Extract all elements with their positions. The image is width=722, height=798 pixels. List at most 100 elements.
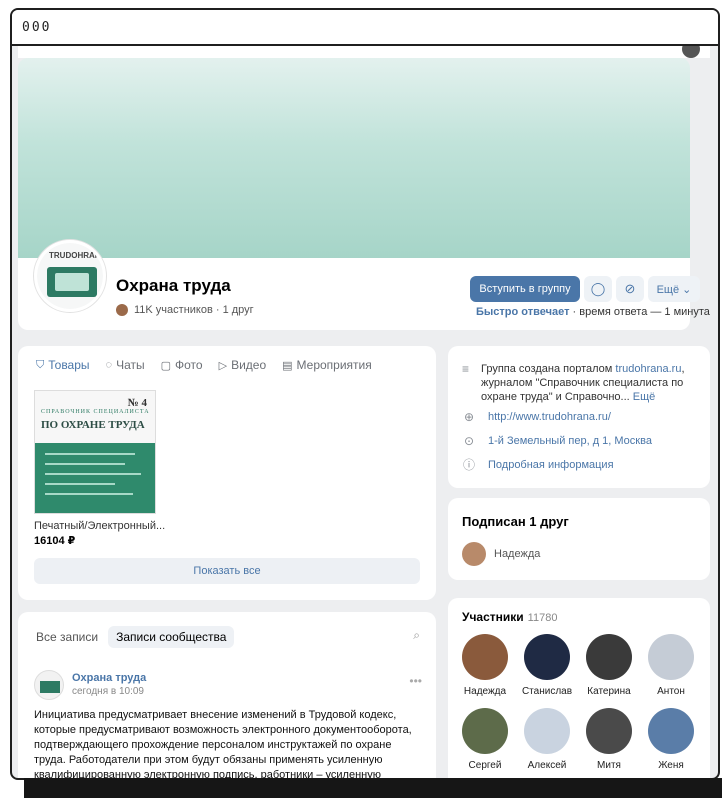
post-author[interactable]: Охрана труда [72,672,146,684]
tab-label: Чаты [116,358,145,372]
member-avatar [462,708,508,754]
cover-line [45,483,115,485]
wall-card: Все записи Записи сообщества ⌕ Охрана тр… [18,612,436,778]
member-avatar [648,634,694,680]
friend-mini-avatar [116,304,128,316]
post-avatar-screen [40,681,60,693]
member-name: Сергей [468,760,502,771]
member-avatar [524,708,570,754]
member-item[interactable]: Алексей [518,708,576,771]
member-avatar [524,634,570,680]
tab-community-posts[interactable]: Записи сообщества [108,626,235,648]
address-row: ⊙ 1-й Земельный пер, д 1, Москва [462,434,652,448]
tab-videos[interactable]: ▷ Видео [219,358,267,372]
member-avatar [648,708,694,754]
group-avatar[interactable]: TRUDOHRANA. [34,240,106,312]
group-cover [18,58,690,270]
share-button[interactable]: ⊘ [616,276,644,302]
tab-all-posts[interactable]: Все записи [36,630,98,644]
friend-avatar [462,542,486,566]
tab-photos[interactable]: ▢ Фото [161,358,203,372]
post-menu-icon[interactable]: ••• [409,674,422,688]
address-link[interactable]: 1-й Земельный пер, д 1, Москва [488,434,652,448]
product-image[interactable]: № 4 СПРАВОЧНИК СПЕЦИАЛИСТА ПО ОХРАНЕ ТРУ… [34,390,156,514]
group-title: Охрана труда [116,276,231,295]
member-name: Надежда [463,686,507,697]
member-name: Митя [597,760,621,771]
details-row: ⓘ Подробная информация [462,458,614,472]
wall-tabs: Все записи Записи сообщества [36,626,235,648]
member-item[interactable]: Сергей [456,708,514,771]
bag-icon: ⛉ [36,358,45,371]
website-row: ⊕ http://www.trudohrana.ru/ [462,410,611,424]
member-name: Алексей [527,760,567,771]
product-cover-number: № 4 [127,397,147,409]
info-icon: ⓘ [462,458,475,472]
details-link[interactable]: Подробная информация [488,458,614,472]
message-icon: ◯ [590,281,606,296]
chevron-down-icon: ⌄ [682,283,692,296]
member-item[interactable]: Женя [642,708,700,771]
member-name: Антон [657,686,685,697]
post-author-avatar[interactable] [34,670,64,700]
chat-icon: ◌ [105,359,113,371]
member-item[interactable]: Станислав [518,634,576,697]
tab-products[interactable]: ⛉ Товары [36,358,90,372]
friend-name: Надежда [494,548,541,560]
description-prefix: Группа создана порталом [481,363,616,375]
location-icon: ⊙ [463,434,475,448]
members-title[interactable]: Участники 11780 [462,610,557,624]
tab-chats[interactable]: ◌ Чаты [106,358,145,372]
member-item[interactable]: Митя [580,708,638,771]
tab-label: Видео [231,358,267,372]
product-name[interactable]: Печатный/Электронный... [34,520,165,532]
video-icon: ▷ [218,359,228,372]
description-row: ≡ Группа создана порталом trudohrana.ru,… [462,362,702,404]
group-description: Группа создана порталом trudohrana.ru, ж… [481,362,702,404]
cover-line [45,493,133,495]
member-item[interactable]: Катерина [580,634,638,697]
cover-line [45,473,141,475]
description-link[interactable]: trudohrana.ru [615,363,681,375]
members-title-label: Участники [462,610,524,624]
member-avatar [586,634,632,680]
group-avatar-screen-inner [55,273,89,291]
info-card: ≡ Группа создана порталом trudohrana.ru,… [448,346,710,488]
cover-line [45,453,135,455]
website-link[interactable]: http://www.trudohrana.ru/ [488,410,611,424]
member-name: Катерина [587,686,631,697]
join-group-button[interactable]: Вступить в группу [470,276,580,302]
tab-events[interactable]: ▤ Мероприятия [282,358,372,372]
subscribed-card: Подписан 1 друг Надежда [448,498,710,580]
group-meta[interactable]: 11K участников · 1 друг [116,304,254,316]
product-price: 16104 ₽ [34,535,76,547]
top-strip [18,46,710,58]
subscribed-title: Подписан 1 друг [462,514,569,529]
member-avatar [586,708,632,754]
cover-line [45,463,125,465]
post-text: Инициатива предусматривает внесение изме… [34,709,412,778]
more-label: Ещё [656,283,680,296]
menu-icon: ≡ [462,362,470,376]
bottom-bar [24,778,722,798]
products-card: ⛉ Товары ◌ Чаты ▢ Фото ▷ Видео ▤ Мероприятия … [18,346,436,600]
post-time[interactable]: сегодня в 10:09 [72,686,144,697]
search-icon[interactable]: ⌕ [413,628,420,643]
tab-label: Фото [175,358,203,372]
group-meta-text: 11K участников · 1 друг [134,304,254,316]
globe-icon: ⊕ [463,410,475,424]
share-icon: ⊘ [624,281,636,296]
show-all-button[interactable]: Показать все [34,558,420,584]
tab-label: Мероприятия [296,358,372,372]
message-button[interactable]: ◯ [584,276,612,302]
description-more-link[interactable]: Ещё [633,391,656,403]
friend-item[interactable]: Надежда [462,542,540,566]
member-item[interactable]: Надежда [456,634,514,697]
response-fast: Быстро отвечает [476,306,570,318]
member-name: Женя [658,760,684,771]
more-button[interactable]: Ещё ⌄ [648,276,700,302]
member-item[interactable]: Антон [642,634,700,697]
page-content: TRUDOHRANA. Охрана труда 11K участников … [18,46,710,778]
photo-icon: ▢ [160,359,172,372]
tab-label: Товары [48,358,90,372]
